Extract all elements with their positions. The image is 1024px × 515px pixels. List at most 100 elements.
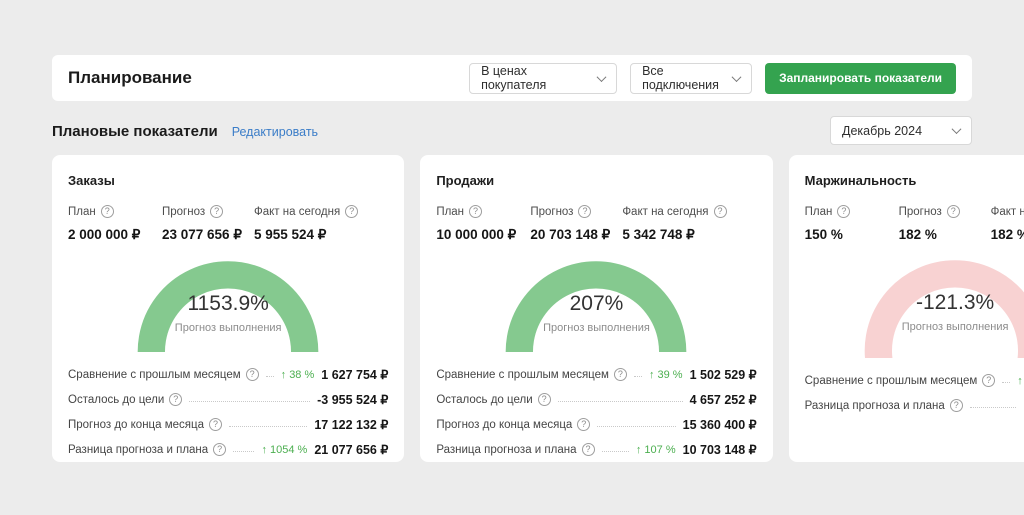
dotted-leader	[229, 426, 307, 427]
forecast-gauge: 207% Прогноз выполнения	[436, 259, 756, 352]
metric-value: 4 657 252 ₽	[690, 392, 757, 407]
arrow-up-icon: ↑	[281, 369, 287, 381]
metric-label: Разница прогноза и плана?	[436, 443, 594, 456]
forecast-value: 182 %	[899, 227, 991, 242]
card-orders: Заказы План? Прогноз? Факт на сегодня? 2…	[52, 155, 404, 462]
fact-value: 5 342 748 ₽	[622, 227, 756, 243]
arrow-up-icon: ↑	[636, 444, 642, 456]
metric-label: Разница прогноза и плана?	[68, 443, 226, 456]
stats-row: План? Прогноз? Факт на сегодня? 2 000 00…	[68, 205, 388, 243]
top-bar: Планирование В ценах покупателя Все подк…	[52, 55, 972, 101]
metric-label: Разница прогноза и плана?	[805, 399, 963, 412]
help-icon[interactable]: ?	[577, 418, 590, 431]
arrow-up-icon: ↑	[261, 444, 267, 456]
month-select-value: Декабрь 2024	[842, 124, 922, 138]
fact-label: Факт на сегодня?	[622, 205, 756, 218]
gauge-caption: Прогноз выполнения	[805, 321, 1024, 333]
metric-rows: Сравнение с прошлым месяцем? ↑ 38 % 1 62…	[68, 362, 388, 462]
metric-cards: Заказы План? Прогноз? Факт на сегодня? 2…	[52, 155, 972, 462]
dotted-leader	[1002, 382, 1010, 383]
metric-row: Сравнение с прошлым месяцем? ↑ 39 % 1 50…	[436, 362, 756, 387]
page-title: Планирование	[68, 68, 192, 88]
connections-select[interactable]: Все подключения	[630, 63, 752, 94]
plan-value: 10 000 000 ₽	[436, 227, 530, 243]
metric-row: Осталось до цели? -3 955 524 ₽	[68, 387, 388, 412]
card-title: Маржинальность	[805, 173, 1024, 188]
card-marginality: Маржинальность План? Прогноз? Факт на се…	[789, 155, 1024, 462]
dotted-leader	[558, 401, 683, 402]
chevron-down-icon	[952, 124, 962, 134]
dotted-leader	[189, 401, 310, 402]
metric-value: -3 955 524 ₽	[317, 392, 388, 407]
help-icon[interactable]: ?	[538, 393, 551, 406]
fact-label: Факт на сегодня?	[991, 205, 1024, 218]
gauge-value: 1153.9%	[68, 292, 388, 316]
fact-value: 182 %	[991, 227, 1024, 242]
help-icon[interactable]: ?	[169, 393, 182, 406]
dotted-leader	[233, 451, 254, 452]
dotted-leader	[602, 451, 629, 452]
section-header: Плановые показатели Редактировать	[52, 123, 318, 140]
metric-value: 1 502 529 ₽	[690, 367, 757, 382]
metric-row: Разница прогноза и плана? ↑ 107 % 10 703…	[436, 437, 756, 462]
plan-label: План?	[805, 205, 899, 218]
trend-delta: ↑ 39 %	[649, 369, 683, 381]
metric-value: 10 703 148 ₽	[683, 442, 757, 457]
help-icon[interactable]: ?	[246, 368, 259, 381]
plan-value: 150 %	[805, 227, 899, 242]
help-icon[interactable]: ?	[210, 205, 223, 218]
month-select[interactable]: Декабрь 2024	[830, 116, 972, 145]
fact-value: 5 955 524 ₽	[254, 227, 388, 243]
forecast-gauge: -121.3% Прогноз выполнения	[805, 258, 1024, 358]
card-sales: Продажи План? Прогноз? Факт на сегодня? …	[420, 155, 772, 462]
metric-row: Осталось до цели? 4 657 252 ₽	[436, 387, 756, 412]
metric-row: Сравнение с прошлым месяцем? ↑ 38 % 1 62…	[68, 362, 388, 387]
plan-value: 2 000 000 ₽	[68, 227, 162, 243]
forecast-value: 23 077 656 ₽	[162, 227, 254, 243]
card-title: Продажи	[436, 173, 756, 188]
forecast-value: 20 703 148 ₽	[530, 227, 622, 243]
connections-value: Все подключения	[642, 64, 725, 92]
metric-rows: Сравнение с прошлым месяцем? ↑ 2500 % 17…	[805, 368, 1024, 418]
metric-label: Прогноз до конца месяца?	[68, 418, 222, 431]
metric-row: Сравнение с прошлым месяцем? ↑ 2500 % 17…	[805, 368, 1024, 393]
section-title: Плановые показатели	[52, 123, 218, 140]
plan-metrics-button[interactable]: Запланировать показатели	[765, 63, 956, 94]
help-icon[interactable]: ?	[578, 205, 591, 218]
help-icon[interactable]: ?	[947, 205, 960, 218]
forecast-label: Прогноз?	[530, 205, 622, 218]
metric-label: Прогноз до конца месяца?	[436, 418, 590, 431]
metric-value: 1 627 754 ₽	[321, 367, 388, 382]
help-icon[interactable]: ?	[837, 205, 850, 218]
metric-label: Осталось до цели?	[68, 393, 182, 406]
forecast-label: Прогноз?	[899, 205, 991, 218]
metric-value: 21 077 656 ₽	[314, 442, 388, 457]
metric-row: Прогноз до конца месяца? 15 360 400 ₽	[436, 412, 756, 437]
help-icon[interactable]: ?	[982, 374, 995, 387]
trend-delta: ↑ 2500 %	[1017, 375, 1024, 387]
trend-delta: ↑ 38 %	[281, 369, 315, 381]
help-icon[interactable]: ?	[614, 368, 627, 381]
forecast-gauge: 1153.9% Прогноз выполнения	[68, 259, 388, 352]
help-icon[interactable]: ?	[950, 399, 963, 412]
dotted-leader	[970, 407, 1017, 408]
help-icon[interactable]: ?	[345, 205, 358, 218]
forecast-label: Прогноз?	[162, 205, 254, 218]
edit-link[interactable]: Редактировать	[232, 125, 318, 139]
help-icon[interactable]: ?	[469, 205, 482, 218]
metric-value: 17 122 132 ₽	[314, 417, 388, 432]
chevron-down-icon	[732, 72, 742, 82]
card-title: Заказы	[68, 173, 388, 188]
trend-delta: ↑ 1054 %	[261, 444, 307, 456]
trend-delta: ↑ 107 %	[636, 444, 676, 456]
help-icon[interactable]: ?	[213, 443, 226, 456]
price-mode-select[interactable]: В ценах покупателя	[469, 63, 617, 94]
help-icon[interactable]: ?	[714, 205, 727, 218]
gauge-arc	[878, 274, 1024, 358]
metric-label: Осталось до цели?	[436, 393, 550, 406]
metric-value: 15 360 400 ₽	[683, 417, 757, 432]
help-icon[interactable]: ?	[101, 205, 114, 218]
help-icon[interactable]: ?	[582, 443, 595, 456]
dotted-leader	[266, 376, 274, 377]
help-icon[interactable]: ?	[209, 418, 222, 431]
